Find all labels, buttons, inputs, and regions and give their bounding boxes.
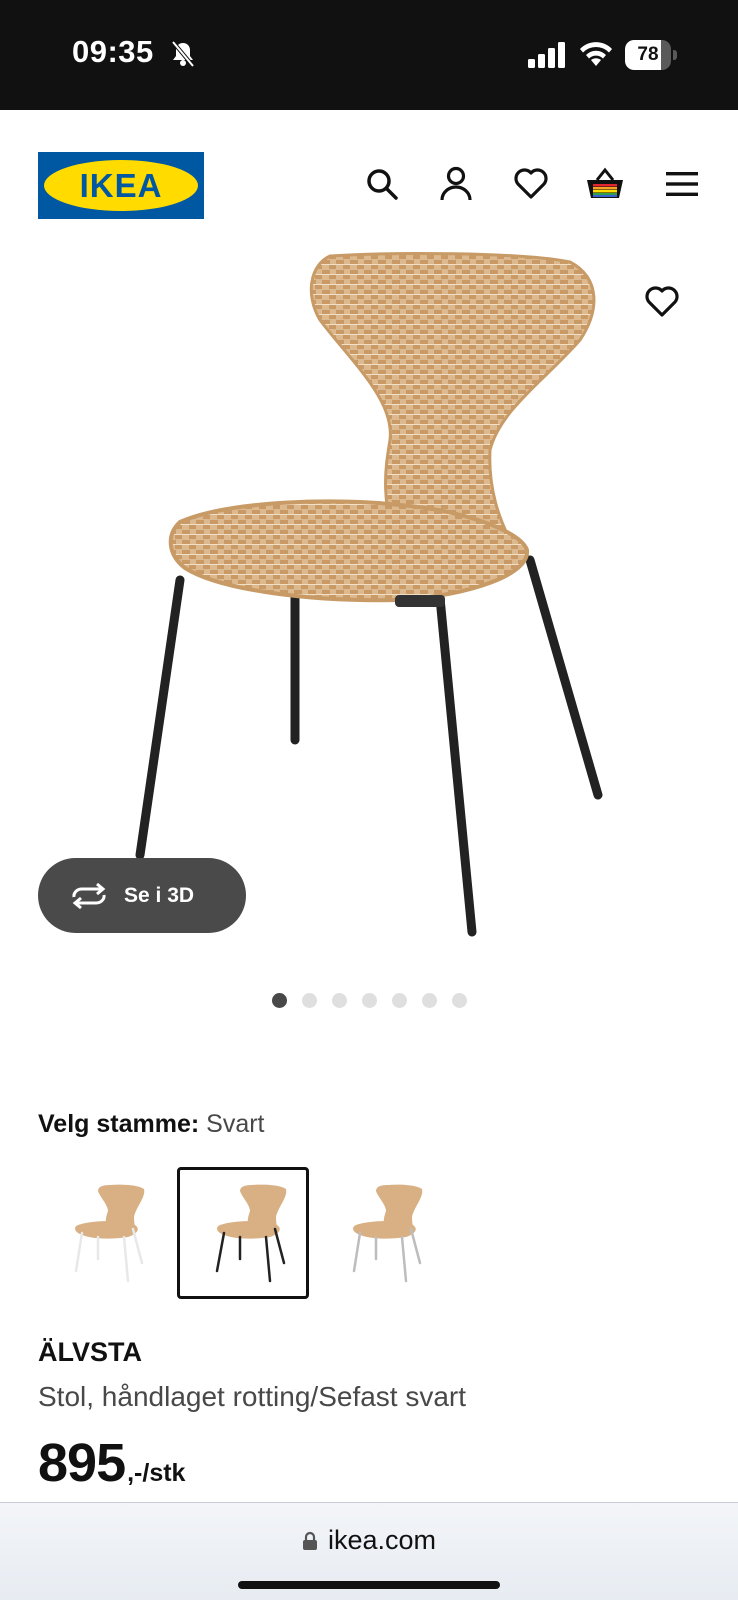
variant-option-white[interactable] [38, 1167, 170, 1299]
account-icon[interactable] [436, 164, 476, 204]
heart-icon[interactable] [511, 164, 551, 204]
stem-selected-value: Svart [206, 1110, 265, 1138]
search-icon[interactable] [362, 164, 402, 204]
home-indicator[interactable] [238, 1581, 500, 1589]
ikea-logo[interactable]: IKEA [38, 152, 204, 219]
basket-icon[interactable] [585, 164, 625, 204]
battery-level: 78 [637, 44, 659, 65]
heart-icon [645, 286, 679, 317]
product-description: Stol, håndlaget rotting/Sefast svart [38, 1381, 467, 1412]
carousel-dot[interactable] [362, 993, 377, 1008]
variant-option-silver[interactable] [316, 1167, 448, 1299]
favorite-button[interactable] [640, 280, 684, 324]
carousel-dots [272, 993, 467, 1009]
url-field[interactable]: ikea.com [0, 1525, 738, 1556]
url-text: ikea.com [327, 1525, 437, 1555]
bell-off-icon [171, 40, 195, 68]
carousel-dot[interactable] [332, 993, 347, 1008]
view-3d-label: Se i 3D [124, 883, 195, 907]
view-3d-button[interactable]: Se i 3D [38, 858, 246, 933]
wifi-icon [580, 42, 612, 66]
status-time: 09:35 [72, 34, 154, 69]
carousel-dot[interactable] [392, 993, 407, 1008]
product-image-gallery[interactable]: Se i 3D [0, 250, 738, 970]
price-suffix: ,-/stk [127, 1459, 186, 1487]
signal-icon [528, 42, 565, 68]
site-header: IKEA [0, 110, 738, 250]
status-bar: 09:35 78 [0, 0, 738, 110]
carousel-dot[interactable] [452, 993, 467, 1008]
variant-option-black[interactable] [177, 1167, 309, 1299]
menu-icon[interactable] [662, 164, 702, 204]
carousel-dot[interactable] [302, 993, 317, 1008]
product-name: ÄLVSTA [38, 1337, 142, 1367]
lock-icon [302, 1531, 317, 1550]
stem-selector-label: Velg stamme: Svart [38, 1110, 265, 1138]
rotate-3d-icon [72, 882, 106, 909]
browser-address-bar[interactable]: ikea.com [0, 1502, 738, 1600]
carousel-dot[interactable] [422, 993, 437, 1008]
carousel-dot[interactable] [272, 993, 287, 1008]
product-price: 895 ,-/stk [38, 1432, 185, 1494]
price-value: 895 [38, 1433, 126, 1493]
battery-indicator: 78 [625, 40, 677, 70]
